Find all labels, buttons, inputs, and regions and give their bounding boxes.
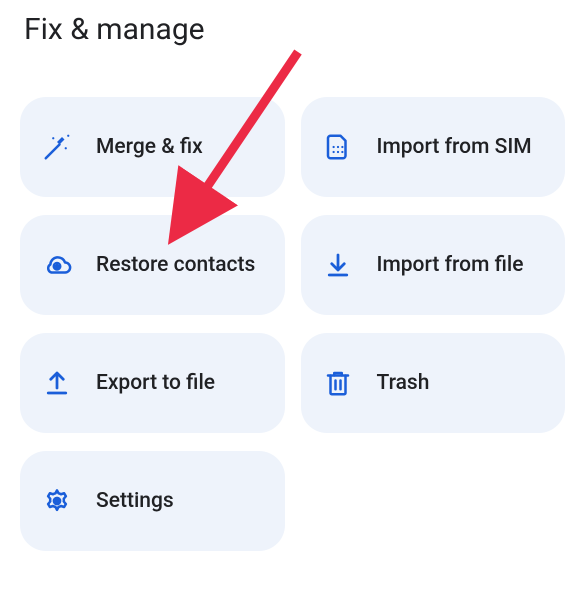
export-to-file-button[interactable]: Export to file [20,333,285,433]
tile-label: Settings [96,488,174,514]
gear-icon [42,486,72,516]
merge-fix-button[interactable]: Merge & fix [20,97,285,197]
page-title: Fix & manage [24,12,565,47]
tile-label: Import from file [377,252,524,278]
trash-icon [323,368,353,398]
wand-icon [42,132,72,162]
import-from-sim-button[interactable]: Import from SIM [301,97,566,197]
import-from-file-button[interactable]: Import from file [301,215,566,315]
tile-label: Trash [377,370,430,396]
tile-label: Merge & fix [96,134,203,160]
tile-label: Import from SIM [377,134,532,160]
tile-label: Export to file [96,370,215,396]
cloud-download-icon [42,250,72,280]
sim-card-icon [323,132,353,162]
restore-contacts-button[interactable]: Restore contacts [20,215,285,315]
download-icon [323,250,353,280]
settings-button[interactable]: Settings [20,451,285,551]
trash-button[interactable]: Trash [301,333,566,433]
tile-grid: Merge & fix Import from SIM [20,97,565,551]
tile-label: Restore contacts [96,252,255,278]
upload-icon [42,368,72,398]
